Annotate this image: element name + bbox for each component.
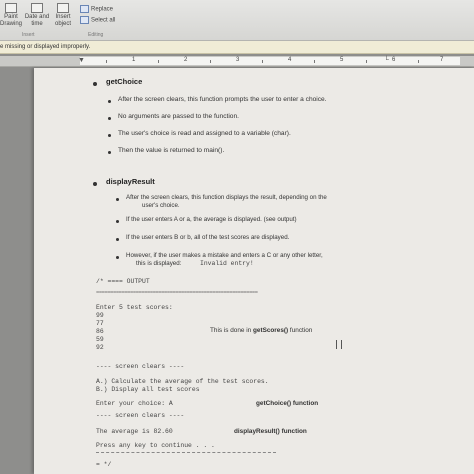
score-line: 92 (96, 344, 104, 351)
display-bullet-line: After the screen clears, this function d… (126, 194, 327, 201)
getchoice-bullet: No arguments are passed to the function. (118, 113, 239, 120)
date-time-button[interactable]: Date and time (24, 3, 50, 28)
display-bullet-line: user's choice. (142, 202, 180, 209)
getchoice-bullet: Then the value is returned to main(). (118, 147, 225, 154)
date-time-label: Date and time (24, 14, 50, 27)
screen-clears-line: ---- screen clears ---- (96, 412, 185, 419)
bullet-icon (93, 82, 97, 86)
menu-option-a: A.) Calculate the average of the test sc… (96, 378, 269, 385)
screen-clears-line: ---- screen clears ---- (96, 363, 185, 370)
display-bullet-line: However, if the user makes a mistake and… (126, 252, 323, 259)
display-bullet-line: this is displayed: (136, 260, 182, 267)
ruler-number: 3 (236, 57, 240, 63)
bullet-icon (108, 151, 111, 154)
replace-button[interactable]: Replace (80, 5, 113, 13)
bullet-icon (116, 220, 119, 223)
object-icon (57, 3, 69, 13)
enter-choice-line: Enter your choice: A (96, 400, 173, 407)
score-line: 86 (96, 328, 104, 335)
ribbon-toolbar: Paint Drawing Date and time Insert objec… (0, 0, 474, 41)
annotation-display-result: displayResult() function (234, 428, 307, 435)
ruler-number: 6 (392, 57, 396, 63)
bullet-icon (116, 198, 119, 201)
replace-label: Replace (91, 6, 114, 13)
group-insert-label: Insert (22, 32, 35, 38)
menu-option-b: B.) Display all test scores (96, 386, 200, 393)
bullet-icon (93, 182, 97, 186)
getchoice-bullet: The user's choice is read and assigned t… (118, 130, 291, 137)
press-any-key-line: Press any key to continue . . . (96, 442, 215, 449)
output-heading: /* ==== OUTPUT (96, 278, 150, 285)
ruler-number: 2 (184, 57, 188, 63)
ruler-number: 5 (340, 57, 344, 63)
display-bullet-line: If the user enters B or b, all of the te… (126, 234, 290, 241)
document-page[interactable]: getChoice After the screen clears, this … (34, 68, 474, 474)
heading-getchoice: getChoice (106, 77, 143, 86)
getchoice-bullet: After the screen clears, this function p… (118, 96, 327, 103)
insert-object-label: Insert object (54, 14, 71, 27)
output-rule: ========================================… (96, 290, 258, 296)
message-bar: e missing or displayed improperly. (0, 41, 474, 54)
ruler-number: 7 (440, 57, 444, 63)
comment-end-line: = */ (96, 461, 112, 468)
paint-icon (5, 3, 17, 13)
heading-display-result: displayResult (106, 177, 155, 186)
message-bar-text: e missing or displayed improperly. (0, 44, 91, 50)
calendar-icon (31, 3, 43, 13)
enter-scores-line: Enter 5 test scores: (96, 304, 173, 311)
ruler-number: 4 (288, 57, 292, 63)
invalid-entry-code: Invalid entry! (200, 260, 254, 267)
text-cursor-icon (336, 340, 342, 349)
bullet-icon (108, 117, 111, 120)
paint-drawing-button[interactable]: Paint Drawing (0, 3, 22, 28)
group-editing-label: Editing (88, 32, 104, 38)
score-line: 99 (96, 312, 104, 319)
average-line: The average is 82.60 (96, 428, 173, 435)
indent-marker-icon[interactable]: ▼ (78, 57, 85, 64)
annotation-getscores: This is done in getScores() function (210, 327, 313, 334)
display-bullet-line: If the user enters A or a, the average i… (126, 216, 297, 223)
insert-object-button[interactable]: Insert object (52, 3, 74, 28)
bullet-icon (116, 256, 119, 259)
output-separator (96, 452, 276, 453)
select-all-button[interactable]: Select all (80, 16, 115, 24)
score-line: 59 (96, 336, 104, 343)
bullet-icon (116, 238, 119, 241)
annotation-getchoice: getChoice() function (256, 400, 319, 407)
paint-drawing-label: Paint Drawing (0, 14, 23, 27)
select-all-icon (80, 16, 89, 24)
bullet-icon (108, 100, 111, 103)
score-line: 77 (96, 320, 104, 327)
tab-stop-icon[interactable]: └ (384, 57, 389, 64)
replace-icon (80, 5, 89, 13)
bullet-icon (108, 134, 111, 137)
select-all-label: Select all (91, 17, 116, 24)
ruler[interactable]: 1 2 3 4 5 6 7 ▼ └ (0, 56, 474, 67)
ruler-number: 1 (132, 57, 136, 63)
